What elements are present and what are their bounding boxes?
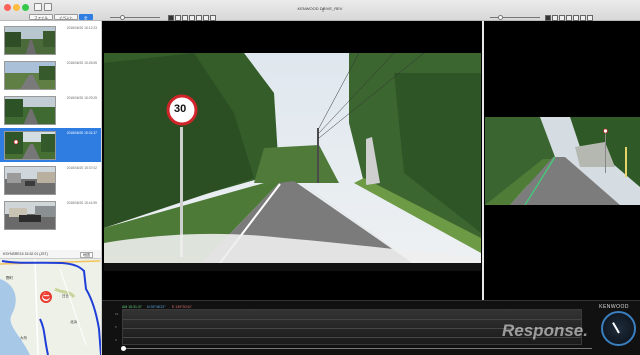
recording-timestamp: 2018/06/20 15:25:55	[66, 61, 97, 65]
list-item[interactable]: 2018/06/20 15:41:59	[0, 198, 101, 232]
recording-thumbnail	[4, 201, 56, 230]
route-map[interactable]: KSYNSRE15 15:32 01 (JST) 地図 野町 日比 北浜 大桁 …	[0, 250, 102, 355]
front-camera-video[interactable]: 30	[104, 53, 481, 271]
speed-limit-sign-text: 30	[174, 103, 187, 115]
view-map-icon[interactable]	[196, 15, 202, 21]
recording-thumbnail	[4, 166, 56, 195]
map-label: 日比	[62, 294, 69, 298]
tab-event[interactable]: イベント	[54, 14, 78, 20]
view-front-icon[interactable]	[182, 15, 188, 21]
map-label: 大桁	[20, 336, 27, 340]
rear-view-full-icon[interactable]	[580, 15, 586, 21]
rear-view-buttons	[545, 15, 593, 21]
recording-thumbnail	[4, 61, 56, 90]
app-window: ⇧ KENWOOD DRIVE_REV ファイル イベント 全 2018/06/…	[0, 0, 640, 355]
recording-timestamp: 2018/06/20 15:41:59	[66, 201, 97, 205]
view-mode-buttons	[168, 15, 216, 21]
view-divider[interactable]	[482, 21, 484, 300]
playback-timeline[interactable]	[122, 348, 592, 349]
rear-view-front-icon[interactable]	[559, 15, 565, 21]
title-bar: ⇧ KENWOOD DRIVE_REV ファイル イベント 全	[0, 0, 640, 21]
recording-timestamp: 2018/06/20 15:37:02	[66, 166, 97, 170]
graph-scale-label: 0	[115, 338, 117, 342]
rear-view-single-icon[interactable]	[545, 15, 551, 21]
list-item[interactable]: 2018/06/20 15:29:25	[0, 93, 101, 127]
rear-view-rear-icon[interactable]	[566, 15, 572, 21]
tab-all[interactable]: 全	[79, 14, 93, 20]
kenwood-logo: KENWOOD	[599, 304, 629, 310]
list-tabs: ファイル イベント 全	[29, 14, 93, 20]
recording-thumbnail	[4, 131, 56, 160]
playback-timeline-knob[interactable]	[121, 346, 126, 351]
volume-slider-knob[interactable]	[498, 15, 503, 20]
view-pip-icon[interactable]	[210, 15, 216, 21]
rear-camera-video[interactable]	[485, 117, 640, 205]
speedometer-icon	[601, 311, 636, 346]
map-toggle-button[interactable]: 地図	[80, 252, 93, 258]
rear-view-map-icon[interactable]	[573, 15, 579, 21]
list-item[interactable]: 2018/06/20 15:25:55	[0, 58, 101, 92]
view-single-icon[interactable]	[168, 15, 174, 21]
recording-list: 2018/06/20 15:12:23 2018/06/20 15:25:55	[0, 21, 102, 250]
list-item[interactable]: 2018/06/20 15:37:02	[0, 163, 101, 197]
map-header-text: KSYNSRE15 15:32 01 (JST)	[3, 252, 48, 256]
rear-view-split-icon[interactable]	[552, 15, 558, 21]
brightness-slider-knob[interactable]	[120, 15, 125, 20]
graph-scale-label: 5	[115, 325, 117, 329]
graph-scale-label: 10	[115, 312, 119, 316]
view-full-icon[interactable]	[203, 15, 209, 21]
map-label: 野町	[6, 276, 13, 280]
telemetry-panel: AM 15:31:37 N 35°46'23" E 139°30'41" KEN…	[102, 300, 640, 355]
map-label: 北浜	[70, 320, 77, 324]
graph-gridline	[123, 319, 581, 320]
response-watermark: Response.	[502, 321, 588, 340]
list-item[interactable]: 2018/06/20 15:12:23	[0, 23, 101, 57]
view-split-icon[interactable]	[175, 15, 181, 21]
recording-thumbnail	[4, 96, 56, 125]
rear-view-pip-icon[interactable]	[587, 15, 593, 21]
list-item-selected[interactable]: 2018/06/20 15:31:37	[0, 128, 101, 162]
map-canvas	[0, 259, 101, 355]
recording-timestamp: 2018/06/20 15:29:25	[66, 96, 97, 100]
view-rear-icon[interactable]	[189, 15, 195, 21]
recording-thumbnail	[4, 26, 56, 55]
map-header: KSYNSRE15 15:32 01 (JST) 地図	[0, 250, 101, 259]
recording-timestamp: 2018/06/20 15:31:37	[66, 131, 97, 135]
map-start-marker-icon[interactable]: ⛔	[40, 291, 52, 303]
brightness-slider[interactable]	[110, 17, 160, 18]
tab-file[interactable]: ファイル	[29, 14, 53, 20]
window-title: KENWOOD DRIVE_REV	[297, 6, 343, 11]
recording-timestamp: 2018/06/20 15:12:23	[66, 26, 97, 30]
